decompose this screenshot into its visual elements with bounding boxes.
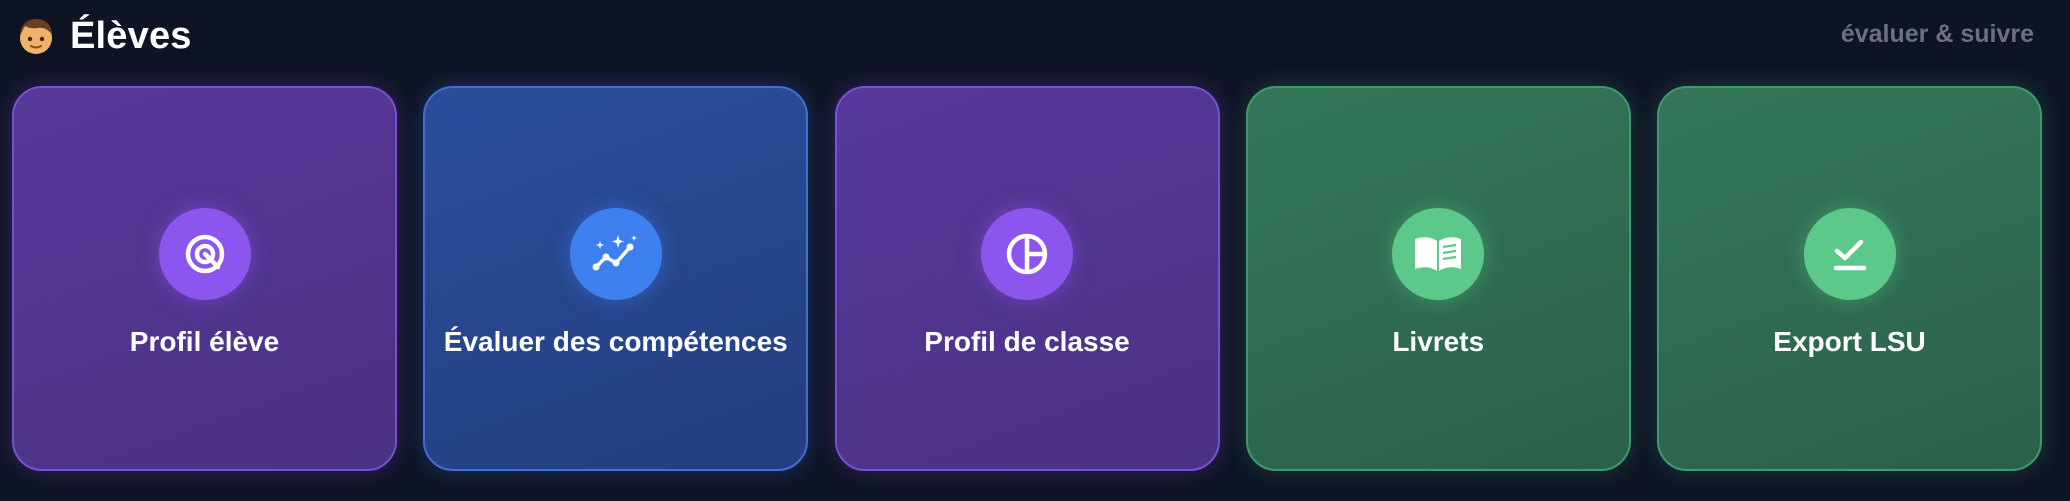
page-header: Élèves évaluer & suivre bbox=[0, 0, 2070, 72]
module-cards: Profil élève Évaluer des compétences Pro… bbox=[12, 86, 2042, 471]
target-icon bbox=[158, 208, 251, 300]
page-subtitle: évaluer & suivre bbox=[1840, 20, 2034, 48]
card-livrets[interactable]: Livrets bbox=[1245, 86, 1631, 471]
card-label: Livrets bbox=[1392, 326, 1485, 357]
card-label: Profil de classe bbox=[924, 326, 1130, 357]
card-label: Évaluer des compétences bbox=[443, 326, 788, 357]
title-group: Élèves bbox=[16, 12, 192, 60]
checkmark-underline-icon bbox=[1803, 208, 1896, 300]
card-label: Export LSU bbox=[1773, 326, 1926, 357]
card-profil-eleve[interactable]: Profil élève bbox=[12, 86, 397, 471]
page-title: Élèves bbox=[70, 14, 192, 57]
open-book-icon bbox=[1392, 208, 1485, 300]
card-profil-classe[interactable]: Profil de classe bbox=[834, 86, 1220, 471]
sparkle-line-chart-icon bbox=[569, 208, 662, 300]
card-evaluer-competences[interactable]: Évaluer des compétences bbox=[423, 86, 809, 471]
card-label: Profil élève bbox=[129, 326, 280, 357]
pie-chart-icon bbox=[981, 208, 1073, 300]
card-export-lsu[interactable]: Export LSU bbox=[1657, 86, 2042, 471]
boy-face-emoji bbox=[20, 19, 52, 54]
